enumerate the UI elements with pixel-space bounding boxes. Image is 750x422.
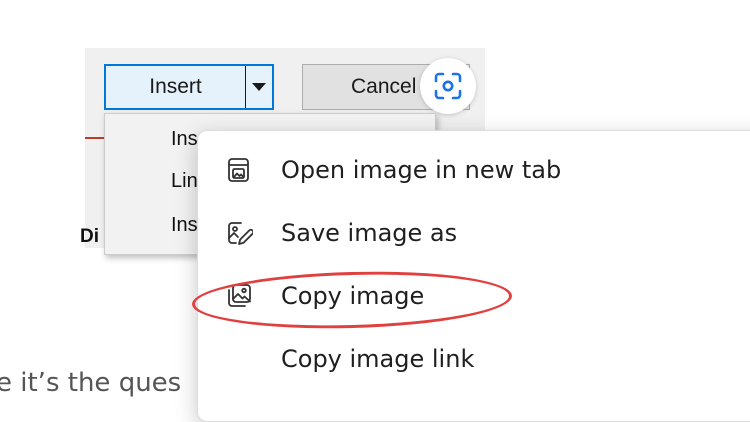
insert-split-button[interactable]: Insert: [104, 64, 274, 110]
menu-item-label: Open image in new tab: [281, 156, 562, 184]
insert-button[interactable]: Insert: [106, 66, 246, 108]
dropdown-item[interactable]: Ins: [171, 128, 198, 151]
image-context-menu: Open image in new tab Save image as Copy…: [197, 130, 750, 422]
menu-item-label: Save image as: [281, 219, 458, 247]
insert-button-label: Insert: [149, 75, 202, 98]
decorative-divider: [85, 137, 104, 139]
chevron-down-icon: [252, 83, 266, 91]
copy-image-icon: [224, 281, 254, 311]
dialog-label-fragment: Di: [80, 226, 99, 247]
dropdown-item[interactable]: Lin: [171, 170, 198, 193]
save-image-icon: [224, 218, 254, 248]
visual-search-button[interactable]: [420, 58, 476, 114]
visual-search-icon: [434, 72, 462, 100]
insert-dropdown-arrow[interactable]: [246, 66, 272, 108]
menu-item-label: Copy image: [281, 282, 425, 310]
menu-item-copy-image-link[interactable]: Copy image link: [198, 330, 750, 388]
cancel-button-label: Cancel: [351, 75, 417, 98]
menu-item-save-image-as[interactable]: Save image as: [198, 204, 750, 262]
article-text: e it’s the ques: [0, 368, 182, 398]
menu-item-copy-image[interactable]: Copy image: [198, 267, 750, 325]
dropdown-item[interactable]: Ins: [171, 214, 198, 237]
open-in-new-tab-icon: [224, 155, 254, 185]
menu-item-label: Copy image link: [281, 345, 475, 373]
menu-item-open-image-in-new-tab[interactable]: Open image in new tab: [198, 141, 750, 199]
